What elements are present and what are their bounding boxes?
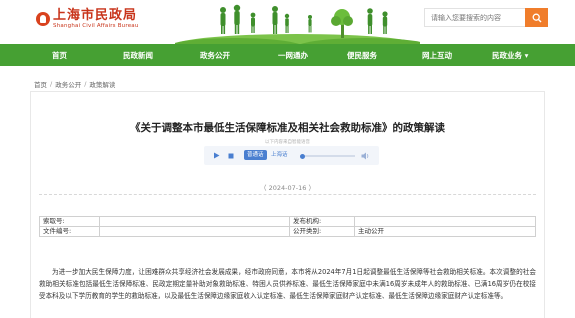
- breadcrumb: 首页 / 政务公开 / 政策解读: [34, 79, 115, 89]
- meta-doc-no-value: [99, 226, 290, 237]
- article-panel: 《关于调整本市最低生活保障标准及相关社会救助标准》的政策解读 以下内容来自智能语…: [30, 91, 545, 318]
- nav-item-home[interactable]: 首页: [52, 50, 67, 61]
- civil-affairs-emblem-icon: [36, 12, 50, 26]
- nav-item-news[interactable]: 民政新闻: [123, 50, 153, 61]
- volume-icon: [361, 152, 369, 159]
- search-button[interactable]: [525, 8, 548, 27]
- audio-player-caption: 以下内容来自智能语音: [265, 140, 310, 145]
- nav-item-services[interactable]: 便民服务: [347, 50, 377, 61]
- nav-item-business[interactable]: 民政业务 ▾: [492, 50, 528, 61]
- page-title: 《关于调整本市最低生活保障标准及相关社会救助标准》的政策解读: [130, 122, 445, 134]
- meta-org-value: [354, 216, 536, 227]
- breadcrumb-gov-affairs[interactable]: 政务公开: [55, 79, 81, 89]
- publish-date: （ 2024-07-16 ）: [260, 184, 315, 192]
- logo-text: 上海市民政局 Shanghai Civil Affairs Bureau: [53, 8, 139, 30]
- breadcrumb-separator: /: [84, 80, 87, 88]
- breadcrumb-separator: /: [50, 80, 53, 88]
- meta-doc-no-label: 文件编号:: [39, 226, 100, 237]
- meta-public-type-label: 公开类别:: [289, 226, 355, 237]
- play-icon: [214, 152, 220, 159]
- breadcrumb-home[interactable]: 首页: [34, 79, 47, 89]
- meta-index-value: [99, 216, 290, 227]
- meta-index-label: 索取号:: [39, 216, 100, 227]
- progress-track[interactable]: [300, 153, 355, 159]
- voice-mandarin-button[interactable]: 普通话: [244, 150, 267, 160]
- logo-title: 上海市民政局: [53, 8, 138, 23]
- play-button[interactable]: [212, 151, 221, 160]
- volume-button[interactable]: [361, 151, 370, 160]
- meta-org-label: 发布机构:: [289, 216, 355, 227]
- site-header: 上海市民政局 Shanghai Civil Affairs Bureau: [0, 0, 575, 44]
- search-input[interactable]: [425, 9, 523, 26]
- meta-public-type-value: 主动公开: [354, 226, 536, 237]
- voice-shanghainese-button[interactable]: 上海话: [268, 150, 291, 160]
- nav-item-one-stop[interactable]: 一网通办: [278, 50, 308, 61]
- nav-item-gov-affairs[interactable]: 政务公开: [200, 50, 230, 61]
- nav-item-interaction[interactable]: 网上互动: [422, 50, 452, 61]
- audio-player: 普通话 上海话: [204, 146, 379, 165]
- breadcrumb-policy[interactable]: 政策解读: [89, 79, 115, 89]
- search-box: [424, 8, 548, 27]
- stop-icon: [228, 153, 233, 158]
- divider: [39, 194, 536, 195]
- family-banner-illustration: [175, 4, 420, 44]
- main-nav: 首页 民政新闻 政务公开 一网通办 便民服务 网上互动 民政业务 ▾: [0, 44, 575, 66]
- stop-button[interactable]: [226, 151, 235, 160]
- site-logo[interactable]: 上海市民政局 Shanghai Civil Affairs Bureau: [36, 8, 139, 30]
- progress-handle[interactable]: [300, 153, 305, 159]
- logo-subtitle: Shanghai Civil Affairs Bureau: [53, 23, 139, 29]
- nav-item-business-label: 民政业务: [492, 51, 522, 60]
- document-meta-table: 索取号: 发布机构: 文件编号: 公开类别: 主动公开: [39, 216, 536, 237]
- article-body: 为进一步加大民生保障力度，让困难群众共享经济社会发展成果，经市政府同意，本市将从…: [39, 268, 536, 300]
- chevron-down-icon: ▾: [524, 51, 529, 60]
- search-icon: [532, 13, 541, 22]
